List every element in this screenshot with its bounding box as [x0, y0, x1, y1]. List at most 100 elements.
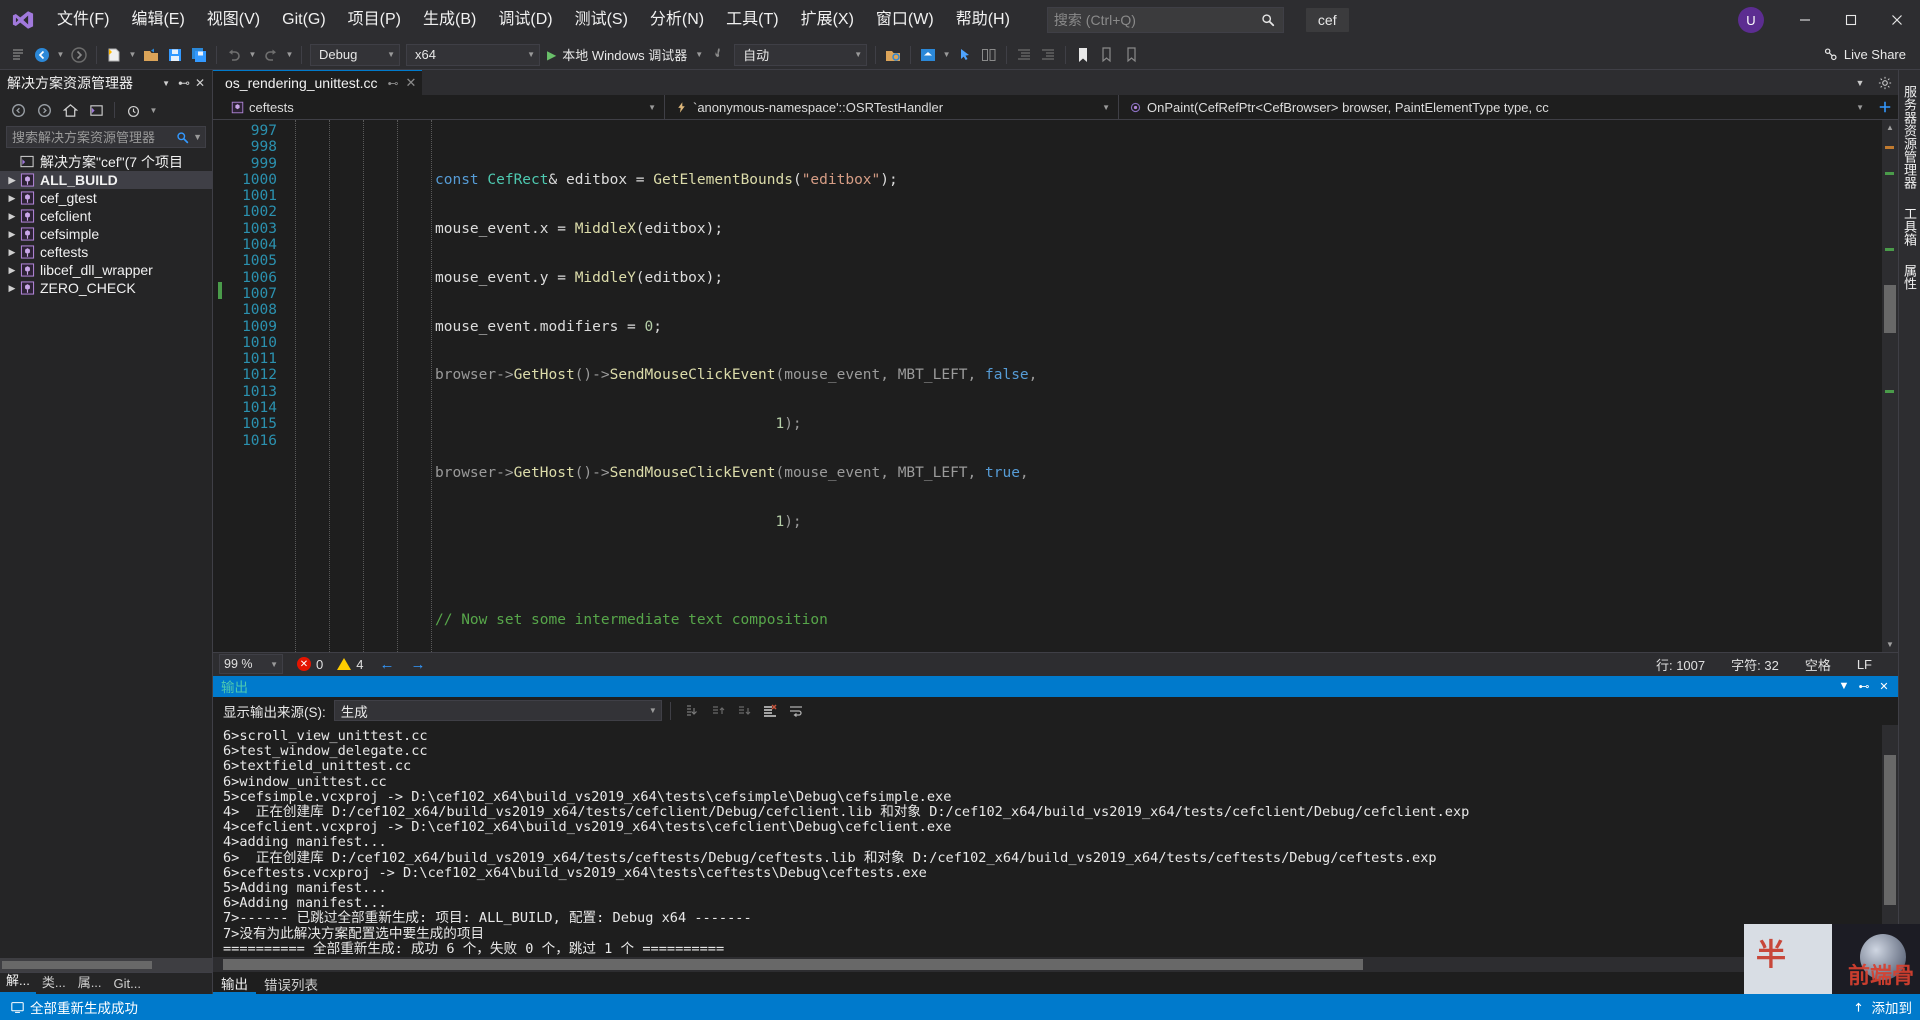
editor-vertical-scrollbar[interactable]: ▲ ▼ — [1882, 120, 1898, 652]
add-to-source-control[interactable]: 添加到 — [1850, 997, 1912, 1017]
chevron-down-icon[interactable]: ▼ — [1834, 680, 1854, 692]
pin-icon[interactable]: ⊷ — [388, 77, 399, 90]
redo-dropdown-icon[interactable]: ▼ — [283, 43, 296, 67]
toolbar-options-icon[interactable] — [6, 43, 30, 67]
debug-target-combo[interactable]: 自动 ▼ — [734, 43, 868, 66]
close-icon[interactable]: ✕ — [1874, 680, 1894, 693]
tree-item-all-build[interactable]: ▶ ALL_BUILD — [0, 171, 212, 189]
navigate-backward-dropdown-icon[interactable]: ▼ — [54, 43, 67, 67]
next-message-icon[interactable] — [731, 699, 757, 723]
chevron-down-icon[interactable]: ▼ — [147, 98, 160, 122]
scroll-down-icon[interactable]: ▼ — [1882, 638, 1898, 652]
previous-message-icon[interactable] — [705, 699, 731, 723]
new-project-dropdown-icon[interactable]: ▼ — [126, 43, 139, 67]
menu-view[interactable]: 视图(V) — [196, 0, 271, 40]
next-issue-icon[interactable]: → — [410, 656, 425, 673]
menu-build[interactable]: 生成(B) — [412, 0, 487, 40]
tree-item-solution-root[interactable]: 解决方案"cef"(7 个项目 — [0, 153, 212, 171]
solution-name-chip[interactable]: cef — [1305, 8, 1349, 32]
redo-icon[interactable] — [259, 43, 283, 67]
scrollbar-thumb[interactable] — [223, 959, 1363, 970]
menu-analyze[interactable]: 分析(N) — [639, 0, 715, 40]
output-text-container[interactable]: 6>scroll_view_unittest.cc 6>test_window_… — [213, 724, 1898, 957]
tree-item-zero-check[interactable]: ▶ ZERO_CHECK — [0, 279, 212, 297]
next-bookmark-icon[interactable] — [1119, 43, 1143, 67]
menu-project[interactable]: 项目(P) — [337, 0, 412, 40]
global-search-box[interactable] — [1046, 7, 1284, 33]
solution-explorer-hscrollbar[interactable] — [0, 958, 212, 972]
undo-dropdown-icon[interactable]: ▼ — [246, 43, 259, 67]
close-icon[interactable]: ✕ — [192, 73, 208, 93]
scrollbar-thumb[interactable] — [1884, 285, 1896, 333]
preview-settings-icon[interactable] — [1872, 70, 1898, 95]
rail-properties[interactable]: 属性 — [1898, 255, 1920, 299]
tab-class-view[interactable]: 类... — [36, 970, 72, 994]
navbar-type-combo[interactable]: `anonymous-namespace'::OSRTestHandler ▼ — [665, 95, 1119, 119]
compare-icon[interactable] — [977, 43, 1001, 67]
expander-icon[interactable]: ▶ — [4, 265, 20, 276]
tree-item-cefclient[interactable]: ▶ cefclient — [0, 207, 212, 225]
pending-changes-icon[interactable] — [121, 99, 145, 121]
home-icon[interactable] — [58, 99, 82, 121]
indent-decrease-icon[interactable] — [1012, 43, 1036, 67]
solution-platform-combo[interactable]: x64 ▼ — [406, 43, 540, 66]
open-file-icon[interactable] — [139, 43, 163, 67]
previous-issue-icon[interactable]: ← — [379, 656, 394, 673]
tab-properties[interactable]: 属... — [72, 970, 108, 994]
forward-icon[interactable] — [32, 99, 56, 121]
bookmark-icon[interactable] — [1071, 43, 1095, 67]
error-count[interactable]: ✕ 0 — [297, 657, 323, 672]
menu-edit[interactable]: 编辑(E) — [120, 0, 195, 40]
menu-help[interactable]: 帮助(H) — [945, 0, 1021, 40]
solution-view-icon[interactable] — [84, 99, 108, 121]
start-debugging-button[interactable]: ▶ 本地 Windows 调试器 ▼ — [543, 43, 707, 67]
menu-test[interactable]: 测试(S) — [564, 0, 639, 40]
split-view-icon[interactable] — [1872, 95, 1898, 119]
indent-increase-icon[interactable] — [1036, 43, 1060, 67]
previous-bookmark-icon[interactable] — [1095, 43, 1119, 67]
tab-output[interactable]: 输出 — [213, 972, 256, 994]
live-preview-icon[interactable] — [916, 43, 940, 67]
output-source-combo[interactable]: 生成 ▼ — [333, 700, 662, 722]
navbar-project-combo[interactable]: ceftests ▼ — [221, 95, 665, 119]
account-avatar[interactable]: U — [1738, 7, 1764, 33]
select-element-icon[interactable] — [953, 43, 977, 67]
tree-item-libcef-dll-wrapper[interactable]: ▶ libcef_dll_wrapper — [0, 261, 212, 279]
rail-toolbox[interactable]: 工具箱 — [1898, 198, 1920, 255]
go-to-message-icon[interactable] — [679, 699, 705, 723]
solution-explorer-search[interactable]: ▼ — [6, 126, 206, 148]
scrollbar-thumb[interactable] — [2, 961, 152, 969]
expander-icon[interactable]: ▶ — [4, 247, 20, 258]
menu-debug[interactable]: 调试(D) — [487, 0, 563, 40]
clear-all-icon[interactable] — [757, 699, 783, 723]
back-icon[interactable] — [6, 99, 30, 121]
save-icon[interactable] — [163, 43, 187, 67]
rail-server-explorer[interactable]: 服务器资源管理器 — [1898, 76, 1920, 198]
tree-item-cef-gtest[interactable]: ▶ cef_gtest — [0, 189, 212, 207]
navbar-member-combo[interactable]: OnPaint(CefRefPtr<CefBrowser> browser, P… — [1119, 95, 1872, 119]
active-files-dropdown-icon[interactable]: ▼ — [1848, 70, 1872, 95]
chevron-down-icon[interactable]: ▼ — [193, 132, 202, 142]
minimize-button[interactable] — [1782, 0, 1828, 40]
save-all-icon[interactable] — [187, 43, 211, 67]
tab-git-changes[interactable]: Git... — [108, 974, 147, 994]
pin-icon[interactable]: ⊷ — [1854, 680, 1874, 693]
expander-icon[interactable]: ▶ — [4, 211, 20, 222]
expander-icon[interactable]: ▶ — [4, 175, 20, 186]
tree-item-ceftests[interactable]: ▶ ceftests — [0, 243, 212, 261]
document-tab-os-rendering-unittest[interactable]: os_rendering_unittest.cc ⊷ ✕ — [213, 70, 423, 95]
live-share-button[interactable]: Live Share — [1823, 47, 1920, 62]
select-startup-item-icon[interactable] — [881, 43, 905, 67]
zoom-level-combo[interactable]: 99 % ▼ — [219, 654, 283, 675]
expander-icon[interactable]: ▶ — [4, 193, 20, 204]
expander-icon[interactable]: ▶ — [4, 229, 20, 240]
navigate-forward-icon[interactable] — [67, 43, 91, 67]
tab-error-list[interactable]: 错误列表 — [256, 972, 326, 994]
tree-item-cefsimple[interactable]: ▶ cefsimple — [0, 225, 212, 243]
new-project-icon[interactable] — [102, 43, 126, 67]
pin-icon[interactable]: ⊷ — [176, 73, 192, 93]
search-input[interactable] — [1053, 12, 1259, 28]
output-horizontal-scrollbar[interactable] — [213, 957, 1898, 972]
menu-file[interactable]: 文件(F) — [46, 0, 120, 40]
undo-icon[interactable] — [222, 43, 246, 67]
